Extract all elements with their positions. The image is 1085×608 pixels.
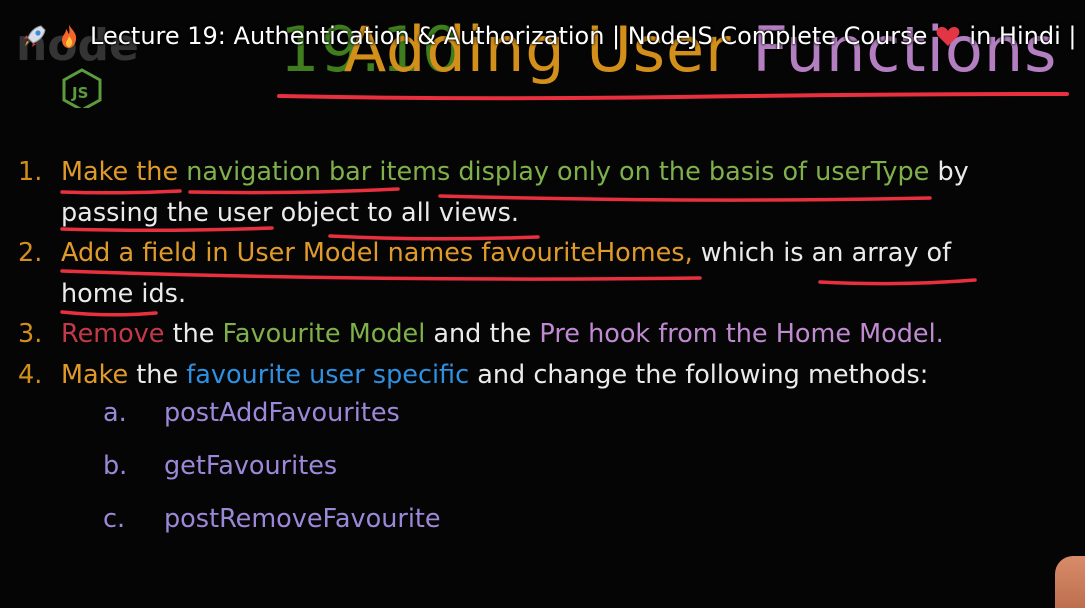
list-item-2-continued: home ids.	[18, 274, 1078, 315]
list-item-number: 1.	[18, 157, 43, 187]
list-item-4: 4. Make the favourite user specific and c…	[18, 355, 1078, 396]
sub-item-a: a. postAddFavourites	[103, 398, 400, 428]
video-frame: node JS 19.10 Adding User Functions Lect…	[0, 0, 1085, 608]
sub-item-text: postAddFavourites	[164, 398, 400, 428]
list-item-text: Add a field in User Model names favourit…	[61, 238, 693, 268]
sub-item-text: getFavourites	[164, 451, 338, 481]
list-item-text: home ids.	[61, 278, 187, 309]
presenter-hand	[1055, 556, 1085, 608]
heart-emoji-icon	[937, 27, 960, 46]
title-underline-annotation	[277, 92, 1069, 101]
list-item-1: 1. Make the navigation bar items display …	[18, 152, 1078, 193]
list-item-text: favourite user specific	[186, 359, 470, 390]
list-item-text: by	[929, 157, 969, 187]
list-item-text: the	[164, 319, 223, 349]
list-item-text: Favourite Model	[222, 319, 426, 349]
sub-item-letter: a.	[103, 398, 127, 428]
list-item-number: 2.	[18, 238, 43, 268]
sub-item-letter: b.	[103, 451, 128, 481]
list-item-text: Pre hook from the Home Model.	[539, 319, 944, 349]
list-item-text: object to all views.	[272, 197, 520, 228]
video-title-tail: in Hindi |	[969, 22, 1077, 50]
list-item-text: and the	[425, 319, 540, 349]
rocket-emoji-icon	[24, 25, 46, 47]
svg-text:JS: JS	[71, 84, 88, 102]
list-item-text: and change the following methods:	[469, 359, 929, 390]
list-item-text: Remove	[61, 319, 165, 349]
fire-emoji-icon	[62, 25, 77, 48]
sub-item-letter: c.	[103, 504, 126, 534]
list-item-text: Make	[61, 359, 129, 390]
list-item-1-continued: passing the user object to all views.	[18, 193, 1078, 234]
list-item-number: 4.	[18, 359, 43, 390]
video-title-bar[interactable]: Lecture 19: Authentication & Authorizati…	[22, 19, 1076, 53]
list-item-text: navigation bar items display only on the…	[186, 157, 930, 187]
sub-item-text: postRemoveFavourite	[164, 504, 441, 534]
video-title-text: Lecture 19: Authentication & Authorizati…	[90, 22, 928, 50]
slide-body: 1. Make the navigation bar items display …	[18, 152, 1078, 395]
list-item-number: 3.	[18, 319, 43, 349]
list-item-text: passing the user	[61, 197, 273, 228]
list-item-text: Make the	[61, 157, 187, 187]
list-item-text: the	[128, 359, 187, 390]
list-item-3: 3. Remove the Favourite Model and the Pre…	[18, 314, 1078, 355]
sub-item-b: b. getFavourites	[103, 451, 337, 481]
list-item-text: which is an array of	[692, 238, 952, 268]
sub-item-c: c. postRemoveFavourite	[103, 504, 441, 534]
list-item-2: 2. Add a field in User Model names favour…	[18, 233, 1078, 274]
